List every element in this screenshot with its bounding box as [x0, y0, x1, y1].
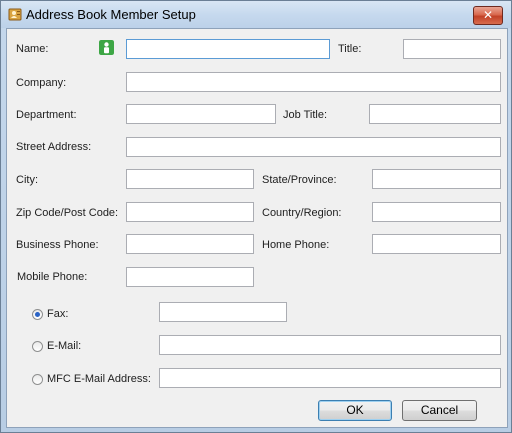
mobile-phone-input[interactable] — [126, 267, 254, 287]
ok-button[interactable]: OK — [318, 400, 392, 421]
name-input[interactable] — [126, 39, 330, 59]
department-label: Department: — [16, 109, 77, 121]
business-phone-label: Business Phone: — [16, 239, 99, 251]
zip-code-input[interactable] — [126, 202, 254, 222]
mfc-email-radio[interactable] — [32, 374, 43, 385]
email-input[interactable] — [159, 335, 501, 355]
name-label: Name: — [16, 43, 49, 55]
title-input[interactable] — [403, 39, 501, 59]
street-address-label: Street Address: — [16, 141, 92, 153]
country-region-input[interactable] — [372, 202, 501, 222]
fax-input[interactable] — [159, 302, 287, 322]
country-region-label: Country/Region: — [262, 207, 342, 219]
job-title-label: Job Title: — [283, 109, 328, 121]
state-province-label: State/Province: — [262, 174, 337, 186]
dialog-window: Address Book Member Setup ✕ Name: Title:… — [0, 0, 512, 433]
city-input[interactable] — [126, 169, 254, 189]
company-input[interactable] — [126, 72, 501, 92]
close-button[interactable]: ✕ — [473, 6, 503, 25]
email-label[interactable]: E-Mail: — [47, 340, 81, 352]
mobile-phone-label: Mobile Phone: — [17, 271, 88, 283]
home-phone-label: Home Phone: — [262, 239, 330, 251]
fax-radio[interactable] — [32, 309, 43, 320]
fax-label[interactable]: Fax: — [47, 308, 68, 320]
dialog-client-area: Name: Title: Company: Department: Job Ti… — [6, 28, 508, 428]
mfc-email-input[interactable] — [159, 368, 501, 388]
business-phone-input[interactable] — [126, 234, 254, 254]
zip-code-label: Zip Code/Post Code: — [16, 207, 119, 219]
email-radio[interactable] — [32, 341, 43, 352]
city-label: City: — [16, 174, 38, 186]
cancel-button[interactable]: Cancel — [402, 400, 477, 421]
title-label: Title: — [338, 43, 362, 55]
job-title-input[interactable] — [369, 104, 501, 124]
close-icon: ✕ — [482, 8, 494, 22]
contact-person-icon[interactable] — [99, 40, 114, 55]
mfc-email-label[interactable]: MFC E-Mail Address: — [47, 373, 151, 385]
company-label: Company: — [16, 77, 67, 89]
street-address-input[interactable] — [126, 137, 501, 157]
address-book-icon — [8, 8, 22, 21]
department-input[interactable] — [126, 104, 276, 124]
state-province-input[interactable] — [372, 169, 501, 189]
title-bar[interactable]: Address Book Member Setup ✕ — [1, 1, 511, 28]
home-phone-input[interactable] — [372, 234, 501, 254]
window-title: Address Book Member Setup — [26, 7, 196, 22]
